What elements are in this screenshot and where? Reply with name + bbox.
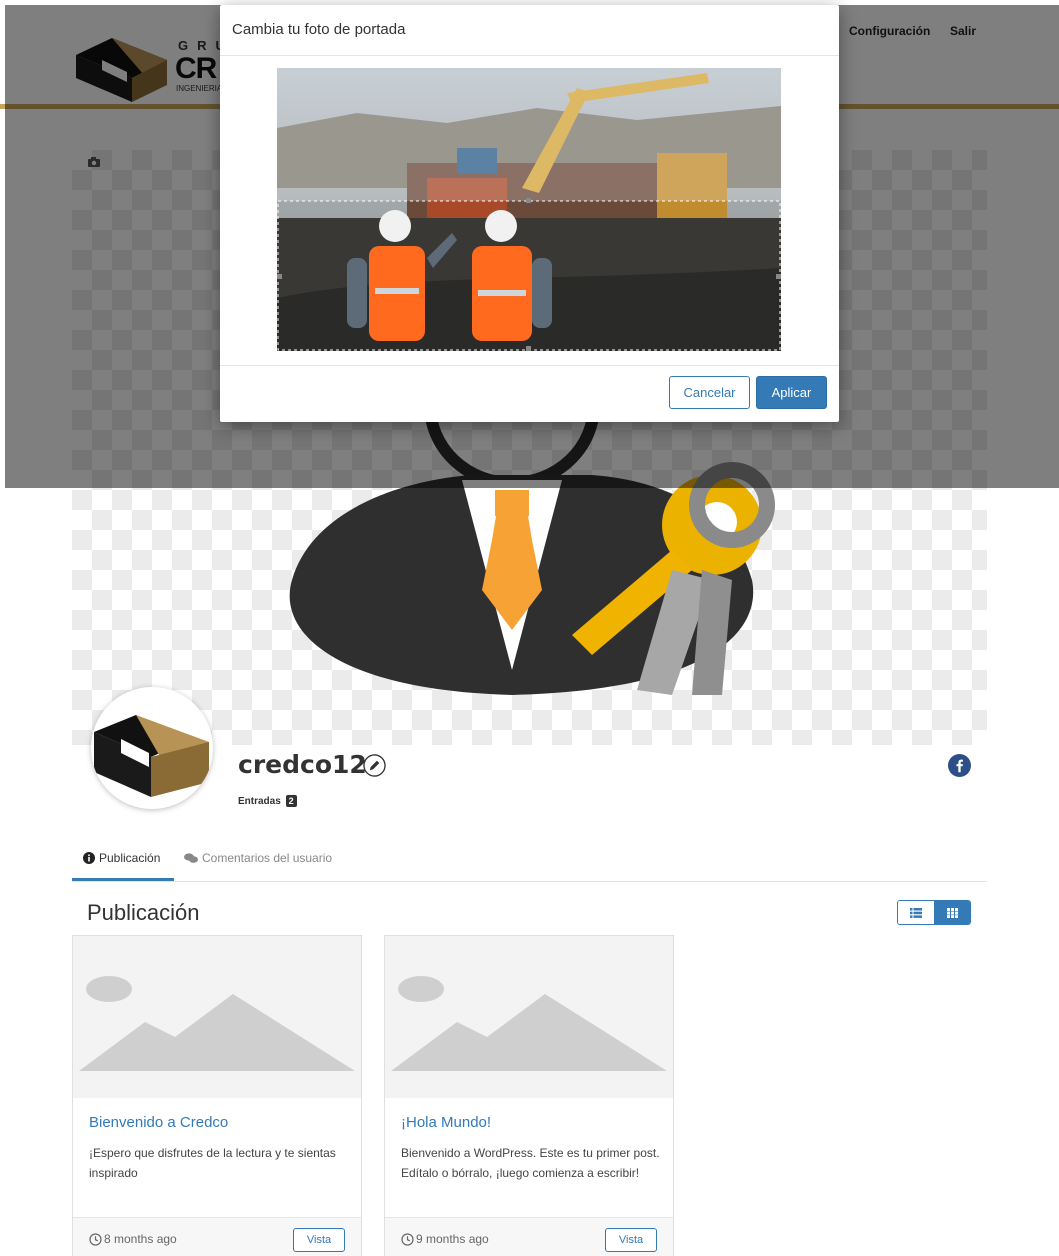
tab-publicacion[interactable]: Publicación (83, 851, 160, 865)
facebook-icon[interactable] (948, 754, 971, 777)
info-icon (83, 852, 95, 864)
grid-view-button[interactable] (934, 901, 970, 924)
section-title: Publicación (87, 900, 200, 925)
avatar[interactable] (91, 687, 213, 809)
post-footer: 9 months ago Vista (385, 1217, 673, 1256)
post-footer: 8 months ago Vista (73, 1217, 361, 1256)
post-title[interactable]: Bienvenido a Credco (89, 1114, 228, 1131)
post-image-placeholder-icon[interactable] (385, 936, 673, 1098)
tab-publicacion-label: Publicación (99, 851, 161, 865)
post-excerpt: Bienvenido a WordPress. Este es tu prime… (401, 1146, 660, 1180)
posts-count: Entradas 2 (238, 795, 297, 807)
view-post-button[interactable]: Vista (605, 1228, 657, 1252)
post-title[interactable]: ¡Hola Mundo! (401, 1114, 491, 1131)
cancel-button[interactable]: Cancelar (669, 376, 750, 409)
grid-view-icon (946, 907, 958, 918)
tab-comentarios-label: Comentarios del usuario (202, 851, 333, 865)
active-tab-indicator (72, 878, 174, 881)
post-time-text: 8 months ago (104, 1232, 177, 1246)
modal-header-divider (220, 55, 839, 56)
posts-label: Entradas (238, 796, 281, 807)
post-card: ¡Hola Mundo! Bienvenido a WordPress. Est… (384, 935, 674, 1256)
view-toggle (897, 900, 971, 925)
profile-tabs: Publicación Comentarios del usuario (72, 845, 987, 882)
modal-title: Cambia tu foto de portada (232, 21, 406, 38)
posts-badge: 2 (285, 795, 297, 807)
comments-icon (184, 852, 198, 863)
modal-footer-divider (220, 365, 839, 366)
crop-area[interactable] (277, 68, 781, 351)
post-time: 9 months ago (401, 1232, 489, 1246)
list-view-icon (910, 907, 922, 918)
post-time: 8 months ago (89, 1232, 177, 1246)
clock-icon (89, 1232, 102, 1246)
apply-button[interactable]: Aplicar (756, 376, 827, 409)
post-card: Bienvenido a Credco ¡Espero que disfrute… (72, 935, 362, 1256)
cover-preview-image (277, 68, 781, 351)
list-view-button[interactable] (898, 901, 934, 924)
cover-photo-modal: Cambia tu foto de portada Cancelar Aplic… (220, 5, 839, 422)
post-time-text: 9 months ago (416, 1232, 489, 1246)
clock-icon (401, 1232, 414, 1246)
post-image-placeholder-icon[interactable] (73, 936, 361, 1098)
view-post-button[interactable]: Vista (293, 1228, 345, 1252)
tab-comentarios[interactable]: Comentarios del usuario (184, 851, 332, 865)
avatar-logo-icon (94, 715, 209, 797)
post-excerpt: ¡Espero que disfrutes de la lectura y te… (89, 1146, 336, 1180)
pencil-icon[interactable] (363, 754, 386, 777)
